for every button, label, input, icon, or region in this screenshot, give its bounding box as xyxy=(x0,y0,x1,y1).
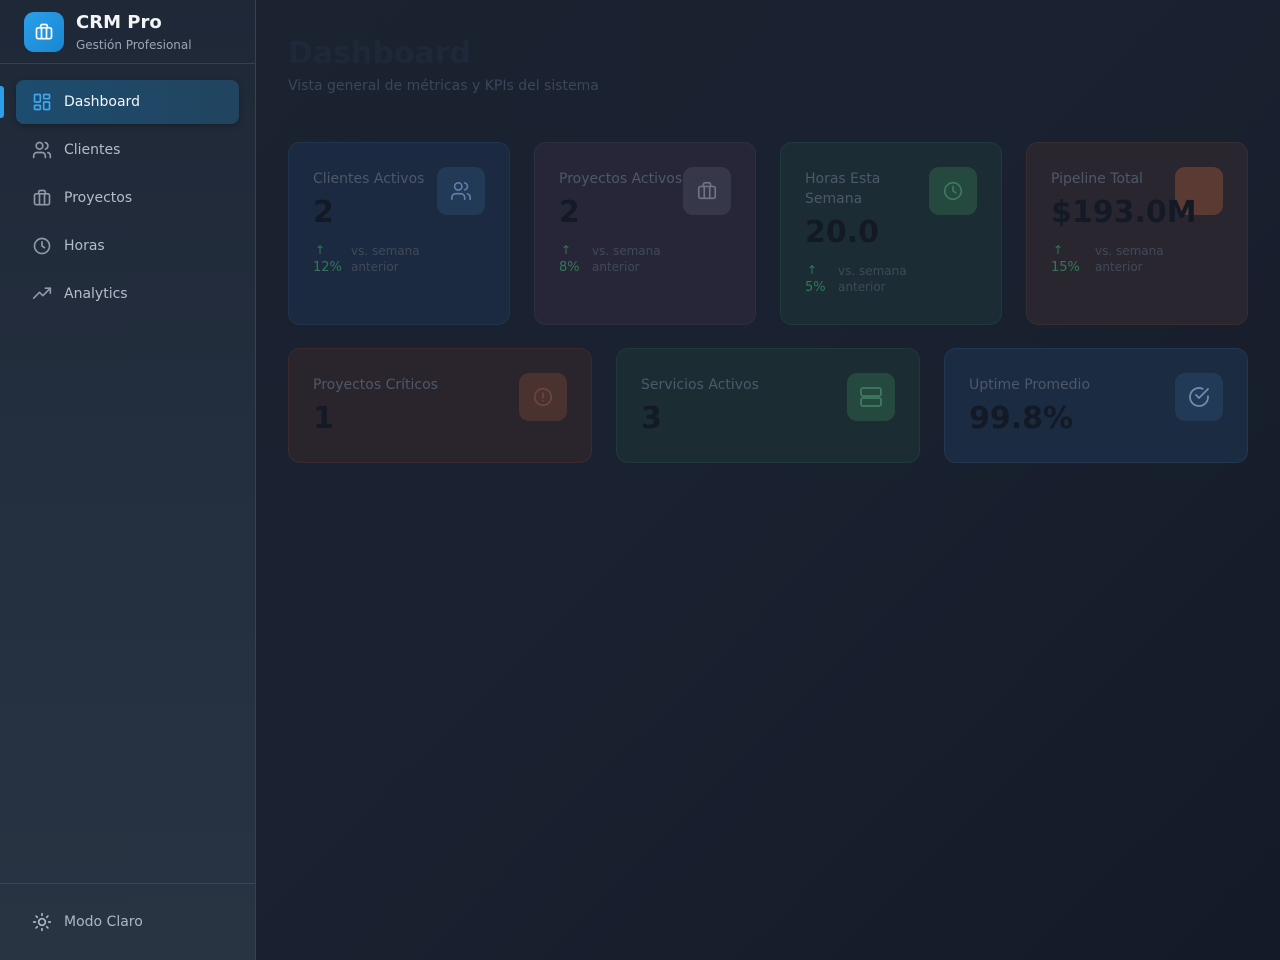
kpi-label: Horas Esta Semana xyxy=(805,171,881,207)
sidebar-item-analytics[interactable]: Analytics xyxy=(16,272,239,316)
stat-value: 1 xyxy=(313,401,334,436)
arrow-up-icon: ↑ xyxy=(1053,243,1064,257)
stat-card-criticos[interactable]: Proyectos Críticos 1 xyxy=(288,348,592,463)
sidebar-footer: Modo Claro xyxy=(0,883,255,960)
sidebar-item-dashboard[interactable]: Dashboard xyxy=(16,80,239,124)
theme-toggle-label: Modo Claro xyxy=(64,914,143,930)
kpi-trend: ↑ 5% vs. semana anterior xyxy=(805,261,928,297)
kpi-card-horas[interactable]: Horas Esta Semana 20.0 ↑ 5% vs. semana a… xyxy=(780,142,1002,325)
briefcase-icon xyxy=(32,188,52,208)
trend-text: vs. semana anterior xyxy=(838,264,907,294)
stat-label: Proyectos Críticos xyxy=(313,377,438,393)
sidebar-item-clientes[interactable]: Clientes xyxy=(16,128,239,172)
app-title: CRM Pro xyxy=(76,12,162,33)
sidebar-item-label: Clientes xyxy=(64,142,121,158)
stat-value: 3 xyxy=(641,401,662,436)
theme-toggle-button[interactable]: Modo Claro xyxy=(16,900,239,944)
sidebar-item-label: Horas xyxy=(64,238,105,254)
kpi-value: 2 xyxy=(559,195,580,230)
users-icon xyxy=(32,140,52,160)
kpi-value: 2 xyxy=(313,195,334,230)
trend-text: vs. semana anterior xyxy=(1095,244,1164,274)
users-icon xyxy=(437,167,485,215)
sidebar: CRM Pro Gestión Profesional Dashboard Cl… xyxy=(0,0,256,960)
stat-card-servicios[interactable]: Servicios Activos 3 xyxy=(616,348,920,463)
clock-icon xyxy=(929,167,977,215)
kpi-trend: ↑ 8% vs. semana anterior xyxy=(559,241,682,277)
kpi-card-pipeline[interactable]: Pipeline Total $193.0M ↑ 15% vs. semana … xyxy=(1026,142,1248,325)
sun-icon xyxy=(32,912,52,932)
sidebar-item-label: Proyectos xyxy=(64,190,133,206)
active-indicator xyxy=(0,86,4,118)
stat-label: Servicios Activos xyxy=(641,377,759,393)
check-circle-icon xyxy=(1175,373,1223,421)
clock-icon xyxy=(32,236,52,256)
trend-percent: 12% xyxy=(313,260,342,275)
server-icon xyxy=(847,373,895,421)
stat-label: Uptime Promedio xyxy=(969,377,1091,393)
briefcase-icon xyxy=(683,167,731,215)
trend-percent: 15% xyxy=(1051,260,1080,275)
trending-up-icon xyxy=(32,284,52,304)
trend-percent: 5% xyxy=(805,280,826,295)
main-content: Dashboard Vista general de métricas y KP… xyxy=(256,0,1280,960)
stat-card-uptime[interactable]: Uptime Promedio 99.8% xyxy=(944,348,1248,463)
sidebar-item-label: Dashboard xyxy=(64,94,140,110)
arrow-up-icon: ↑ xyxy=(315,243,326,257)
trend-text: vs. semana anterior xyxy=(351,244,420,274)
brand-header: CRM Pro Gestión Profesional xyxy=(0,0,255,64)
sidebar-nav: Dashboard Clientes Proyectos Horas Analy… xyxy=(16,80,239,320)
app-subtitle: Gestión Profesional xyxy=(76,38,192,52)
grid-icon xyxy=(32,92,52,112)
sidebar-item-horas[interactable]: Horas xyxy=(16,224,239,268)
kpi-label: Clientes Activos xyxy=(313,171,425,187)
arrow-up-icon: ↑ xyxy=(561,243,572,257)
trend-percent: 8% xyxy=(559,260,580,275)
briefcase-icon xyxy=(24,12,64,52)
page-subtitle: Vista general de métricas y KPIs del sis… xyxy=(288,78,599,94)
sidebar-item-proyectos[interactable]: Proyectos xyxy=(16,176,239,220)
trend-text: vs. semana anterior xyxy=(592,244,661,274)
page-title: Dashboard xyxy=(288,36,471,71)
kpi-trend: ↑ 12% vs. semana anterior xyxy=(313,241,441,277)
kpi-label: Proyectos Activos xyxy=(559,171,683,187)
kpi-card-clientes[interactable]: Clientes Activos 2 ↑ 12% vs. semana ante… xyxy=(288,142,510,325)
kpi-value: $193.0M xyxy=(1051,195,1197,230)
stat-value: 99.8% xyxy=(969,401,1074,436)
arrow-up-icon: ↑ xyxy=(807,263,818,277)
kpi-label: Pipeline Total xyxy=(1051,171,1143,187)
kpi-card-proyectos[interactable]: Proyectos Activos 2 ↑ 8% vs. semana ante… xyxy=(534,142,756,325)
alert-circle-icon xyxy=(519,373,567,421)
sidebar-item-label: Analytics xyxy=(64,286,128,302)
kpi-trend: ↑ 15% vs. semana anterior xyxy=(1051,241,1185,277)
kpi-value: 20.0 xyxy=(805,215,880,250)
